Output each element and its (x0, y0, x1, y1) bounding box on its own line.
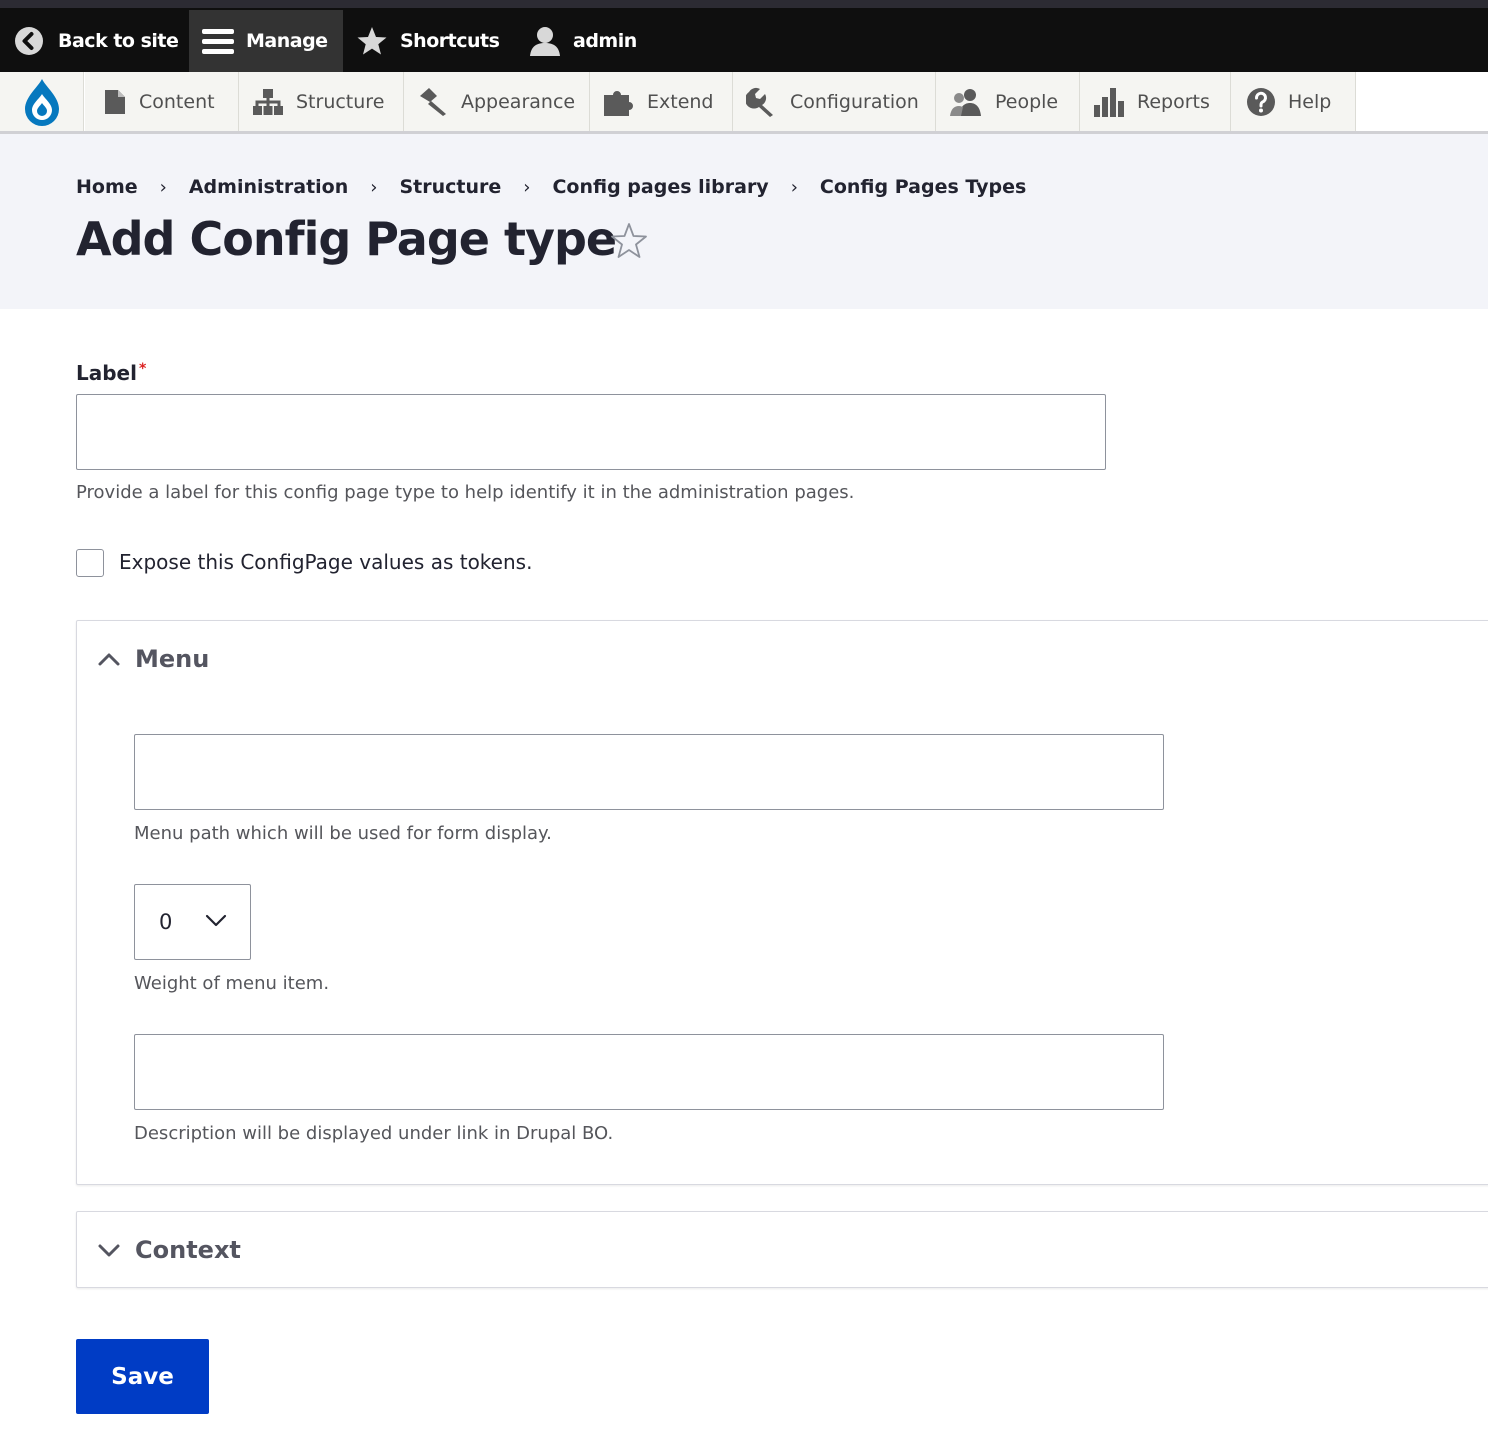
menu-path-description: Menu path which will be used for form di… (134, 823, 552, 844)
tray-item-label: Configuration (790, 90, 919, 113)
admin-toolbar: Back to site Manage Shortcuts admin (0, 8, 1488, 72)
help-icon (1246, 87, 1276, 117)
page-header: Home › Administration › Structure › Conf… (0, 134, 1488, 309)
label-field-label: Label * (76, 361, 146, 385)
label-description: Provide a label for this config page typ… (76, 482, 855, 503)
menu-weight-value: 0 (159, 910, 173, 934)
tray-item-structure[interactable]: Structure (239, 72, 404, 131)
appearance-icon (417, 87, 449, 117)
menu-description-help: Description will be displayed under link… (134, 1123, 614, 1144)
menu-summary-label: Menu (135, 645, 210, 673)
hamburger-icon (202, 27, 234, 55)
window-top-strip (0, 0, 1488, 8)
tray-item-label: Structure (296, 90, 385, 113)
expose-tokens-checkbox[interactable] (76, 549, 104, 577)
chevron-right-icon: › (790, 176, 798, 198)
tray-item-label: People (995, 90, 1059, 113)
label-field-text: Label (76, 361, 137, 385)
required-marker: * (138, 361, 147, 377)
drupal-drop-icon (24, 78, 59, 126)
tray-item-content[interactable]: Content (85, 72, 239, 131)
user-label: admin (573, 30, 637, 52)
save-button[interactable]: Save (76, 1339, 209, 1414)
context-summary-label: Context (135, 1236, 241, 1264)
breadcrumb-config-pages-library[interactable]: Config pages library (552, 176, 768, 198)
drupal-logo[interactable] (0, 72, 84, 131)
menu-path-input[interactable] (134, 734, 1164, 810)
back-to-site-label: Back to site (58, 30, 179, 52)
back-arrow-icon (14, 26, 44, 56)
structure-icon (252, 88, 284, 116)
content-icon (103, 89, 127, 115)
chevron-right-icon: › (370, 176, 378, 198)
menu-weight-select[interactable]: 0 (134, 884, 251, 960)
breadcrumb-administration[interactable]: Administration (189, 176, 348, 198)
tray-item-appearance[interactable]: Appearance (404, 72, 590, 131)
breadcrumb-config-pages-types[interactable]: Config Pages Types (820, 176, 1026, 198)
manage-tab[interactable]: Manage (189, 10, 343, 72)
people-icon (949, 87, 983, 117)
wrench-icon (746, 87, 778, 117)
context-details: Context (76, 1211, 1488, 1288)
tray-item-people[interactable]: People (936, 72, 1080, 131)
menu-summary[interactable]: Menu (77, 621, 1488, 697)
menu-description-input[interactable] (134, 1034, 1164, 1110)
chevron-down-icon (205, 914, 227, 927)
admin-menu-tray: Content Structure Appearance Extend Conf… (0, 72, 1488, 134)
back-to-site-link[interactable]: Back to site (14, 10, 179, 72)
context-summary[interactable]: Context (77, 1212, 1488, 1288)
manage-label: Manage (246, 30, 328, 52)
breadcrumb-home[interactable]: Home (76, 176, 138, 198)
extend-icon (603, 87, 635, 117)
shortcuts-label: Shortcuts (400, 30, 500, 52)
tray-item-label: Help (1288, 90, 1332, 113)
tray-item-reports[interactable]: Reports (1080, 72, 1231, 131)
label-input[interactable] (76, 394, 1106, 470)
chevron-up-icon (98, 653, 120, 666)
tray-item-label: Reports (1137, 90, 1210, 113)
tray-item-label: Appearance (461, 90, 576, 113)
breadcrumb: Home › Administration › Structure › Conf… (76, 176, 1026, 198)
user-tab[interactable]: admin (529, 10, 637, 72)
chevron-down-icon (98, 1244, 120, 1257)
tray-item-configuration[interactable]: Configuration (733, 72, 936, 131)
shortcuts-tab[interactable]: Shortcuts (357, 10, 500, 72)
user-icon (529, 25, 561, 57)
chevron-right-icon: › (159, 176, 167, 198)
breadcrumb-structure[interactable]: Structure (399, 176, 501, 198)
chevron-right-icon: › (523, 176, 531, 198)
tray-item-help[interactable]: Help (1231, 72, 1356, 131)
menu-weight-description: Weight of menu item. (134, 973, 330, 994)
tray-item-label: Extend (647, 90, 714, 113)
tray-item-extend[interactable]: Extend (590, 72, 733, 131)
tray-item-label: Content (139, 90, 215, 113)
page-title: Add Config Page type (76, 212, 617, 266)
expose-tokens-label[interactable]: Expose this ConfigPage values as tokens. (119, 550, 532, 574)
star-outline-icon (611, 223, 647, 258)
bar-chart-icon (1093, 87, 1125, 117)
star-icon (357, 26, 387, 56)
add-shortcut-button[interactable] (608, 220, 650, 262)
